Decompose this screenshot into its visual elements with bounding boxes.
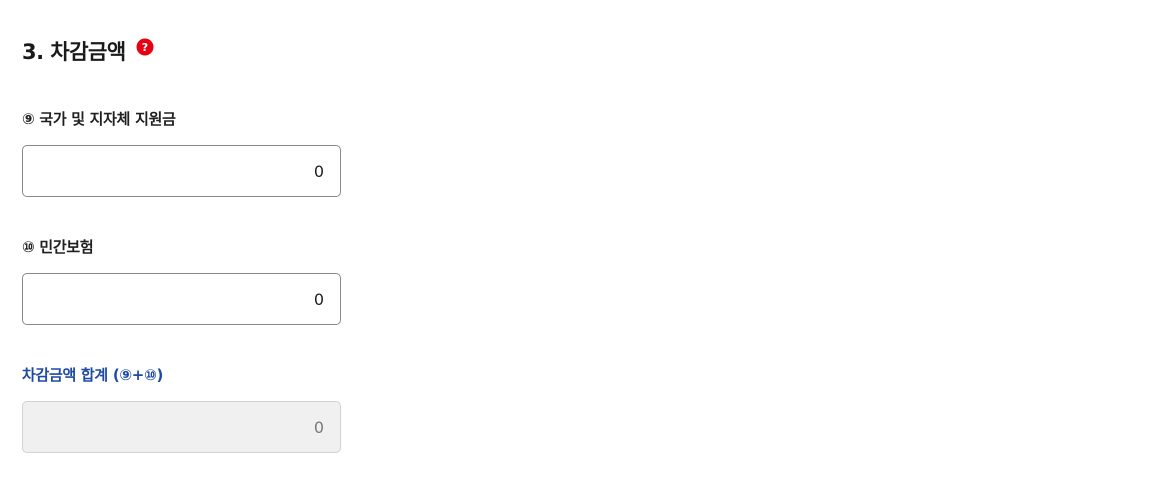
deduction-total-label: 차감금액 합계 (⑨+⑩) xyxy=(22,366,164,384)
private-insurance-input[interactable] xyxy=(22,273,341,325)
deduction-total-field xyxy=(22,401,341,453)
section-title: 3. 차감금액 xyxy=(22,40,126,64)
section-header: 3. 차감금액 ? xyxy=(22,34,154,68)
svg-text:?: ? xyxy=(141,41,147,54)
deduction-section: 3. 차감금액 ? ⑨ 국가 및 지자체 지원금 ⑩ 민간보험 차감금액 합계 … xyxy=(0,0,1152,484)
question-mark-circle-icon: ? xyxy=(136,38,154,56)
help-icon[interactable]: ? xyxy=(136,38,154,56)
private-insurance-label: ⑩ 민간보험 xyxy=(22,238,94,256)
gov-support-label: ⑨ 국가 및 지자체 지원금 xyxy=(22,110,176,128)
gov-support-input[interactable] xyxy=(22,145,341,197)
